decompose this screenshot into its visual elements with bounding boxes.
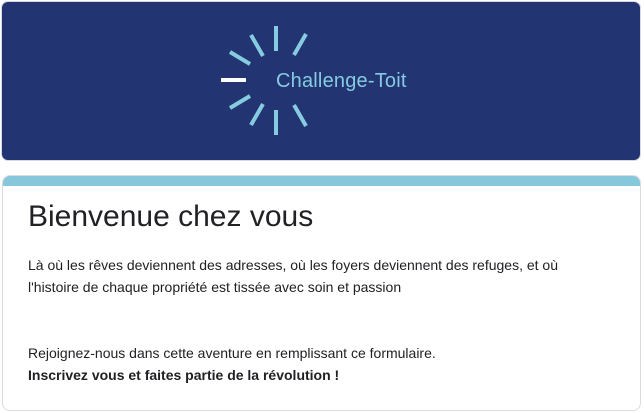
logo-text: Challenge-Toit [276,70,407,92]
form-header-card: Bienvenue chez vous Là où les rêves devi… [2,175,641,411]
form-page: Challenge-Toit Bienvenue chez vous Là où… [0,0,644,413]
form-join-text: Rejoignez-nous dans cette aventure en re… [28,345,436,361]
header-banner: Challenge-Toit [1,1,641,161]
card-accent-bar [3,176,640,186]
form-cta-text: Inscrivez vous et faites partie de la ré… [28,367,340,383]
form-title: Bienvenue chez vous [28,200,314,233]
form-description: Là où les rêves deviennent des adresses,… [28,257,559,295]
